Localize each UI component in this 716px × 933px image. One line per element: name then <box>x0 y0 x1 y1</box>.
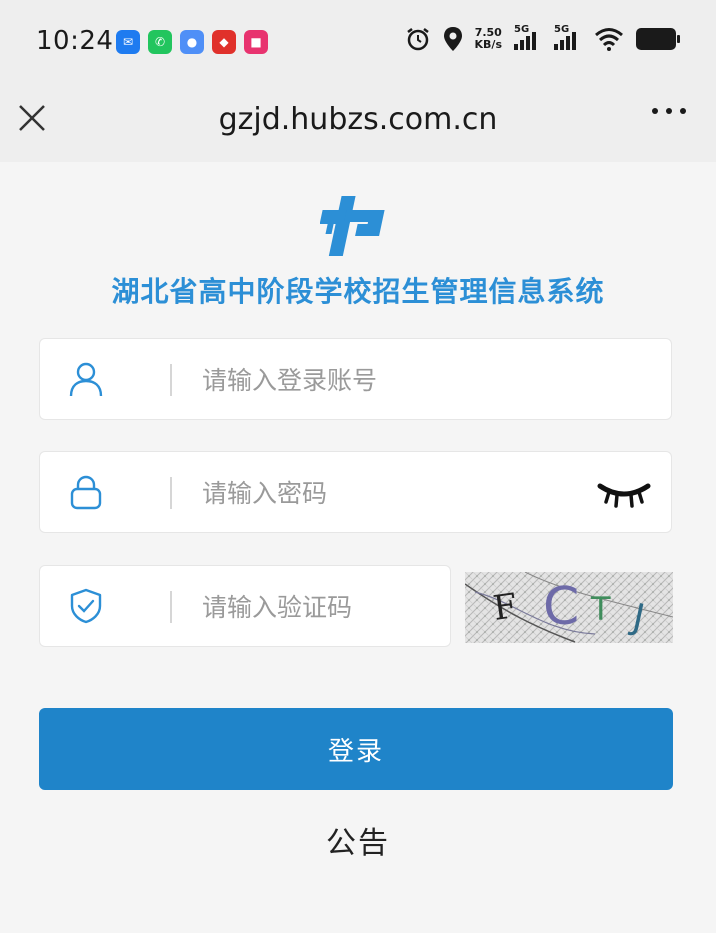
bank-app-icon: ◆ <box>212 30 236 54</box>
wifi-icon <box>595 28 623 51</box>
user-icon <box>69 362 103 397</box>
phone-app-icon: ✆ <box>148 30 172 54</box>
status-bar: 10:24 ✉ ✆ ● ◆ ■ 7.50 KB/s 5G 5G <box>0 0 716 82</box>
battery-icon <box>636 28 680 50</box>
browser-app-icon: ● <box>180 30 204 54</box>
field-divider <box>170 364 172 396</box>
location-icon <box>443 27 462 51</box>
field-divider <box>170 591 172 623</box>
more-menu-icon[interactable] <box>652 108 686 114</box>
browser-toolbar: gzjd.hubzs.com.cn <box>0 82 716 162</box>
net-speed: 7.50 KB/s <box>475 27 502 51</box>
password-field <box>39 451 672 533</box>
signal-icon-2: 5G <box>554 24 582 50</box>
captcha-image[interactable]: F C T J <box>465 572 673 643</box>
signal-icon-1: 5G <box>514 24 542 50</box>
net-speed-unit: KB/s <box>474 38 502 51</box>
site-logo <box>320 196 385 256</box>
page-title: 湖北省高中阶段学校招生管理信息系统 <box>111 275 605 308</box>
status-time: 10:24 <box>36 26 114 56</box>
login-button[interactable]: 登录 <box>39 708 673 790</box>
eye-closed-icon[interactable] <box>597 480 651 512</box>
field-divider <box>170 477 172 509</box>
notice-link[interactable]: 公告 <box>0 818 716 862</box>
svg-text:T: T <box>590 590 611 628</box>
chat-app-icon: ✉ <box>116 30 140 54</box>
signal-label-2: 5G <box>554 24 570 35</box>
url-label: gzjd.hubzs.com.cn <box>218 102 498 137</box>
captcha-field <box>39 565 451 647</box>
svg-text:C: C <box>543 577 579 637</box>
alarm-icon <box>406 28 429 51</box>
notification-icons: ✉ ✆ ● ◆ ■ <box>116 30 268 54</box>
shop-app-icon: ■ <box>244 30 268 54</box>
account-field <box>39 338 672 420</box>
captcha-input[interactable] <box>200 582 444 632</box>
password-input[interactable] <box>200 468 604 518</box>
lock-icon <box>70 475 102 510</box>
account-input[interactable] <box>200 355 604 405</box>
shield-check-icon <box>70 588 102 624</box>
signal-label-1: 5G <box>514 24 530 35</box>
